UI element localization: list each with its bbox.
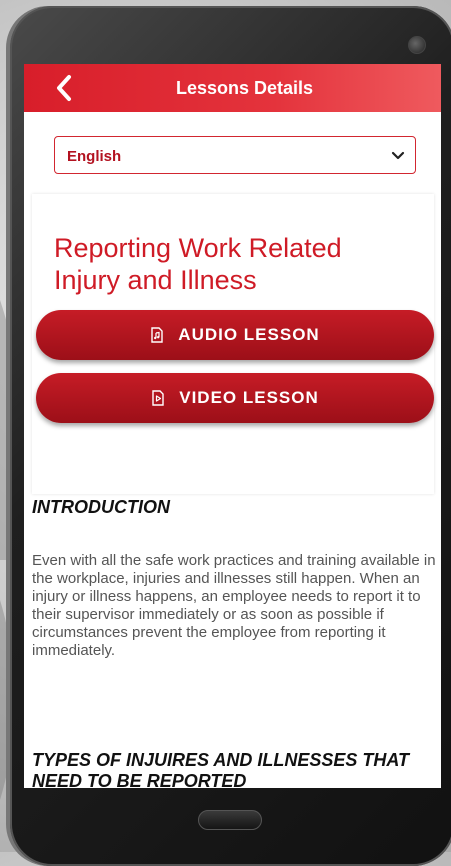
app-bar: Lessons Details <box>24 64 441 112</box>
language-select-value: English <box>67 148 122 165</box>
chevron-down-icon <box>391 151 405 160</box>
app-screen: Lessons Details English Reporting Work R… <box>24 64 441 788</box>
language-select[interactable]: English <box>54 136 416 174</box>
video-lesson-button[interactable]: VIDEO LESSON <box>36 373 434 423</box>
introduction-text: Even with all the safe work practices an… <box>32 552 436 659</box>
introduction-heading: INTRODUCTION <box>32 497 170 517</box>
home-button[interactable] <box>198 810 262 830</box>
audio-file-icon <box>151 327 163 343</box>
page-title: Lessons Details <box>175 78 314 98</box>
video-lesson-label: VIDEO LESSON <box>179 388 319 407</box>
audio-lesson-label: AUDIO LESSON <box>178 325 320 344</box>
video-file-icon <box>152 390 164 406</box>
types-heading: TYPES OF INJUIRES AND ILLNESSES THAT NEE… <box>32 750 410 788</box>
audio-lesson-button[interactable]: AUDIO LESSON <box>36 310 434 360</box>
lesson-title: Reporting Work Related Injury and Illnes… <box>54 233 342 295</box>
camera-icon <box>408 36 426 54</box>
